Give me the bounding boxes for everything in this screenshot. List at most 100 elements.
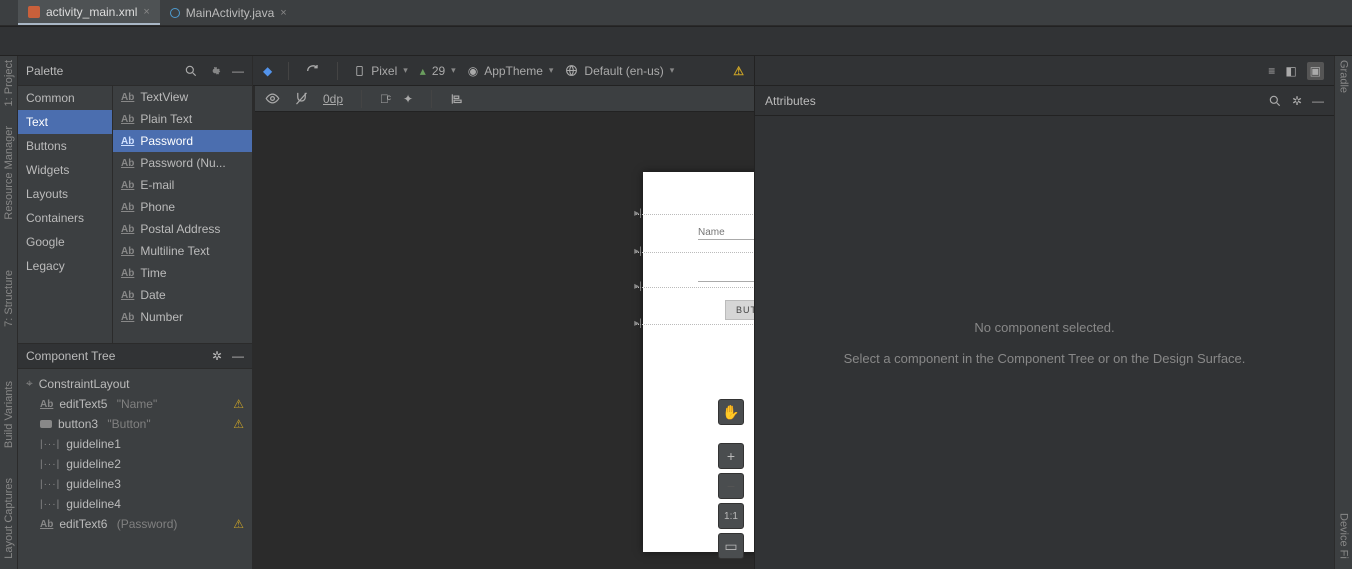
warning-icon: ⚠ bbox=[233, 397, 244, 411]
palette-widget[interactable]: AbTextView bbox=[113, 86, 252, 108]
guideline-handle-icon[interactable]: ▸| bbox=[633, 246, 643, 258]
infer-constraints-icon[interactable]: ✦ bbox=[403, 92, 413, 106]
palette-widget[interactable]: AbPostal Address bbox=[113, 218, 252, 240]
text-widget-icon: Ab bbox=[121, 92, 134, 103]
code-view-icon[interactable]: ≡ bbox=[1268, 64, 1275, 78]
gear-icon[interactable]: ✲ bbox=[1292, 94, 1302, 108]
palette-widget[interactable]: AbPlain Text bbox=[113, 108, 252, 130]
split-view-icon[interactable]: ◧ bbox=[1285, 64, 1296, 78]
button-icon bbox=[40, 420, 52, 428]
minimize-icon[interactable]: — bbox=[232, 64, 244, 78]
device-picker[interactable]: Pixel▾ bbox=[354, 63, 408, 79]
palette-widget[interactable]: AbE-mail bbox=[113, 174, 252, 196]
tree-item[interactable]: button3 "Button"⚠ bbox=[18, 414, 252, 434]
tab-activity-main[interactable]: activity_main.xml × bbox=[18, 0, 160, 25]
tree-item[interactable]: |···|guideline4 bbox=[18, 494, 252, 514]
minimize-icon[interactable]: — bbox=[232, 349, 244, 363]
xml-file-icon bbox=[28, 6, 40, 18]
view-mode-icon[interactable]: ◆ bbox=[263, 64, 272, 78]
guideline-handle-icon[interactable]: ▸| bbox=[633, 208, 643, 220]
palette-category-layouts[interactable]: Layouts bbox=[18, 182, 112, 206]
design-view-icon[interactable]: ▣ bbox=[1307, 62, 1324, 80]
palette-category-buttons[interactable]: Buttons bbox=[18, 134, 112, 158]
palette-widget[interactable]: AbMultiline Text bbox=[113, 240, 252, 262]
tree-item[interactable]: AbeditText6 (Password)⚠ bbox=[18, 514, 252, 534]
palette-widget[interactable]: AbDate bbox=[113, 284, 252, 306]
rail-gradle[interactable]: Gradle bbox=[1338, 60, 1350, 93]
component-tree-title: Component Tree bbox=[26, 349, 115, 363]
pan-icon[interactable]: ✋ bbox=[718, 399, 744, 425]
text-widget-icon: Ab bbox=[121, 202, 134, 213]
tree-root[interactable]: ⌖ ConstraintLayout bbox=[18, 373, 252, 394]
design-canvas[interactable]: ▸| ▸| ▸| ▸| BUTTON ✋ + − 1:1 ▭ bbox=[253, 112, 754, 569]
rail-structure[interactable]: 7: Structure bbox=[3, 270, 15, 327]
palette-widget[interactable]: AbPhone bbox=[113, 196, 252, 218]
warning-icon[interactable]: ⚠ bbox=[733, 64, 744, 78]
preview-button[interactable]: BUTTON bbox=[725, 300, 754, 320]
palette-widget[interactable]: AbTime bbox=[113, 262, 252, 284]
palette-category-text[interactable]: Text bbox=[18, 110, 112, 134]
rail-resource-manager[interactable]: Resource Manager bbox=[3, 126, 15, 220]
attributes-panel: ≡ ◧ ▣ Attributes ✲ — No component select… bbox=[754, 56, 1334, 569]
palette-widgets: AbTextViewAbPlain TextAbPasswordAbPasswo… bbox=[113, 86, 252, 343]
align-icon[interactable] bbox=[450, 92, 464, 106]
text-widget-icon: Ab bbox=[121, 246, 134, 257]
gear-icon[interactable]: ✲ bbox=[212, 349, 222, 363]
rail-build-variants[interactable]: Build Variants bbox=[3, 381, 15, 448]
search-icon[interactable] bbox=[1268, 94, 1282, 108]
orientation-icon[interactable] bbox=[305, 63, 321, 79]
tree-item[interactable]: |···|guideline1 bbox=[18, 434, 252, 454]
eye-icon[interactable] bbox=[265, 91, 280, 106]
close-icon[interactable]: × bbox=[143, 6, 149, 18]
guideline-icon: |···| bbox=[40, 439, 60, 450]
tree-item[interactable]: |···|guideline3 bbox=[18, 474, 252, 494]
preview-edittext-password[interactable] bbox=[698, 269, 754, 282]
theme-picker[interactable]: ◉AppTheme▾ bbox=[468, 64, 554, 78]
tab-main-activity[interactable]: MainActivity.java × bbox=[160, 0, 297, 25]
palette-widget[interactable]: AbNumber bbox=[113, 306, 252, 328]
text-widget-icon: Ab bbox=[121, 312, 134, 323]
design-toolbar: ◆ Pixel▾ ▴29▾ ◉AppTheme▾ Def bbox=[253, 56, 754, 86]
palette-category-legacy[interactable]: Legacy bbox=[18, 254, 112, 278]
locale-picker[interactable]: Default (en-us)▾ bbox=[565, 64, 674, 78]
palette-title: Palette bbox=[26, 64, 63, 78]
zoom-out-button[interactable]: − bbox=[718, 473, 744, 499]
zoom-controls: ✋ + − 1:1 ▭ bbox=[718, 399, 744, 559]
guideline-handle-icon[interactable]: ▸| bbox=[633, 281, 643, 293]
rail-project[interactable]: 1: Project bbox=[3, 60, 15, 106]
palette-header: Palette — bbox=[18, 56, 252, 86]
preview-edittext-name[interactable] bbox=[698, 227, 754, 240]
text-widget-icon: Ab bbox=[121, 180, 134, 191]
minimize-icon[interactable]: — bbox=[1312, 94, 1324, 108]
text-widget-icon: Ab bbox=[121, 224, 134, 235]
editor-tabs: activity_main.xml × MainActivity.java × bbox=[0, 0, 1352, 26]
component-tree-header: Component Tree ✲ — bbox=[18, 343, 252, 369]
tree-item[interactable]: AbeditText5 "Name"⚠ bbox=[18, 394, 252, 414]
search-icon[interactable] bbox=[184, 64, 198, 78]
warning-icon: ⚠ bbox=[233, 417, 244, 431]
rail-layout-captures[interactable]: Layout Captures bbox=[3, 478, 15, 559]
default-margin[interactable]: 0dp bbox=[323, 92, 343, 106]
tree-item[interactable]: |···|guideline2 bbox=[18, 454, 252, 474]
palette-category-common[interactable]: Common bbox=[18, 86, 112, 110]
zoom-fit-button[interactable]: 1:1 bbox=[718, 503, 744, 529]
constraint-layout-icon: ⌖ bbox=[26, 376, 33, 391]
component-tree: ⌖ ConstraintLayout AbeditText5 "Name"⚠bu… bbox=[18, 369, 252, 569]
palette-widget[interactable]: AbPassword (Nu... bbox=[113, 152, 252, 174]
rail-device-file[interactable]: Device Fi bbox=[1338, 513, 1350, 559]
guideline-handle-icon[interactable]: ▸| bbox=[633, 318, 643, 330]
text-widget-icon: Ab bbox=[121, 114, 134, 125]
close-icon[interactable]: × bbox=[280, 7, 286, 19]
palette-panel: Palette — CommonTextButtonsWidgetsLayout… bbox=[18, 56, 253, 569]
palette-category-widgets[interactable]: Widgets bbox=[18, 158, 112, 182]
palette-category-containers[interactable]: Containers bbox=[18, 206, 112, 230]
api-picker[interactable]: ▴29▾ bbox=[420, 64, 456, 78]
palette-category-google[interactable]: Google bbox=[18, 230, 112, 254]
clear-constraints-icon[interactable]: ✕ͨ bbox=[380, 92, 389, 106]
palette-widget[interactable]: AbPassword bbox=[113, 130, 252, 152]
edittext-icon: Ab bbox=[40, 519, 53, 530]
zoom-actual-button[interactable]: ▭ bbox=[718, 533, 744, 559]
gear-icon[interactable] bbox=[208, 64, 222, 78]
zoom-in-button[interactable]: + bbox=[718, 443, 744, 469]
autoconnect-icon[interactable] bbox=[294, 91, 309, 106]
